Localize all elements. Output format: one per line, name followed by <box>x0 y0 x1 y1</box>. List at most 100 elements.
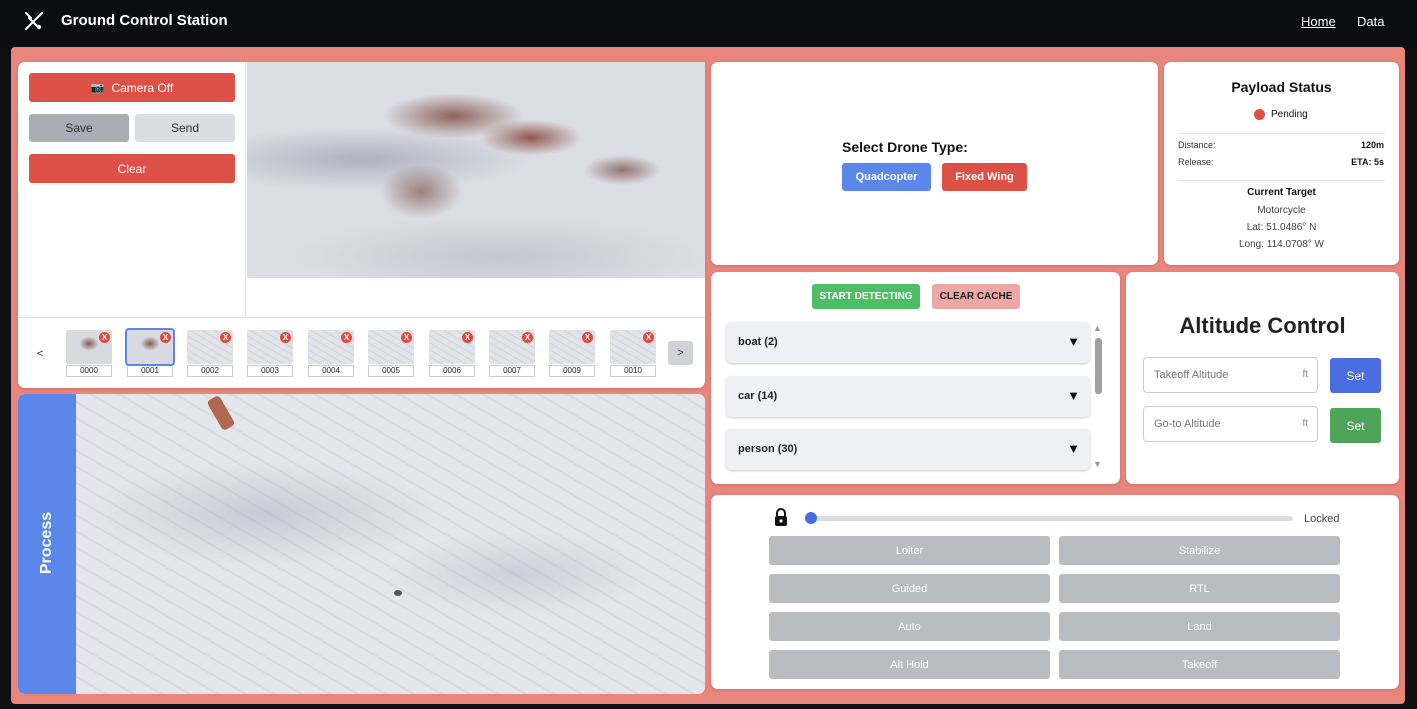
thumbnail-label: 0006 <box>429 365 475 377</box>
scrollbar-thumb[interactable] <box>1095 338 1102 394</box>
thumbnail-label: 0000 <box>66 365 112 377</box>
thumbnail[interactable]: X 0003 <box>247 330 293 377</box>
thumbnail-label: 0010 <box>610 365 656 377</box>
thumbnail-image[interactable]: X <box>125 328 175 366</box>
thumbnail[interactable]: X 0006 <box>429 330 475 377</box>
mode-button-stabilize[interactable]: Stabilize <box>1059 536 1340 565</box>
thumbnail-image[interactable]: X <box>66 330 112 364</box>
clear-cache-button[interactable]: CLEAR CACHE <box>932 284 1020 309</box>
delete-thumbnail-icon[interactable]: X <box>582 332 593 343</box>
thumbnail[interactable]: X 0002 <box>187 330 233 377</box>
mode-button-rtl[interactable]: RTL <box>1059 574 1340 603</box>
thumbnail[interactable]: X 0001 <box>125 328 175 377</box>
start-detecting-button[interactable]: START DETECTING <box>812 284 920 309</box>
process-tab[interactable]: Process <box>18 394 76 694</box>
goto-altitude-field[interactable]: ft <box>1143 406 1318 442</box>
mode-button-alt-hold[interactable]: Alt Hold <box>769 650 1050 679</box>
thumbnail-image[interactable]: X <box>489 330 535 364</box>
thumbnail-image[interactable]: X <box>247 330 293 364</box>
delete-thumbnail-icon[interactable]: X <box>160 332 171 343</box>
mode-button-auto[interactable]: Auto <box>769 612 1050 641</box>
camera-icon: 📷 <box>90 82 105 94</box>
target-lat: Lat: 51.0486° N <box>1246 222 1317 233</box>
thumbnail-image[interactable]: X <box>610 330 656 364</box>
distance-value: 120m <box>1360 140 1384 150</box>
status-text: Pending <box>1271 109 1308 120</box>
thumbnail-label: 0009 <box>549 365 595 377</box>
delete-thumbnail-icon[interactable]: X <box>462 332 473 343</box>
process-label: Process <box>38 511 55 575</box>
app-title: Ground Control Station <box>61 12 228 29</box>
thumbnail[interactable]: X 0000 <box>66 330 112 377</box>
delete-thumbnail-icon[interactable]: X <box>220 332 231 343</box>
set-takeoff-button[interactable]: Set <box>1330 358 1381 393</box>
scroll-up-icon[interactable]: ▲ <box>1093 323 1102 333</box>
mode-button-takeoff[interactable]: Takeoff <box>1059 650 1340 679</box>
thumbnail-image[interactable]: X <box>308 330 354 364</box>
delete-thumbnail-icon[interactable]: X <box>341 332 352 343</box>
thumbnail-prev-button[interactable]: < <box>37 348 43 360</box>
thumbnail-image[interactable]: X <box>549 330 595 364</box>
delete-thumbnail-icon[interactable]: X <box>99 332 110 343</box>
thumbnail-label: 0007 <box>489 365 535 377</box>
takeoff-altitude-input[interactable] <box>1144 358 1294 392</box>
slider-thumb[interactable] <box>805 512 817 524</box>
thumbnail-label: 0005 <box>368 365 414 377</box>
expand-arrow-icon[interactable]: ▼ <box>1067 334 1080 349</box>
clear-button[interactable]: Clear <box>29 154 235 183</box>
detection-group[interactable]: person (30) ▼ <box>726 429 1090 470</box>
snowboard-object <box>206 394 236 432</box>
fixed-wing-button[interactable]: Fixed Wing <box>942 163 1027 191</box>
set-goto-button[interactable]: Set <box>1330 408 1381 443</box>
small-object <box>394 590 402 596</box>
process-image <box>76 394 705 694</box>
nav-link-data[interactable]: Data <box>1357 14 1384 29</box>
thumbnail-label: 0001 <box>127 365 173 377</box>
release-value: ETA: 5s <box>1351 157 1384 167</box>
unit-label: ft <box>1302 418 1308 429</box>
thumbnail-image[interactable]: X <box>368 330 414 364</box>
thumbnail[interactable]: X 0009 <box>549 330 595 377</box>
delete-thumbnail-icon[interactable]: X <box>401 332 412 343</box>
nav-link-home[interactable]: Home <box>1301 14 1336 29</box>
detection-group[interactable]: car (14) ▼ <box>726 376 1090 417</box>
delete-thumbnail-icon[interactable]: X <box>522 332 533 343</box>
divider <box>1178 180 1385 181</box>
save-button[interactable]: Save <box>29 114 129 142</box>
mode-button-loiter[interactable]: Loiter <box>769 536 1050 565</box>
camera-toggle-button[interactable]: 📷 Camera Off <box>29 73 235 102</box>
drone-type-title: Select Drone Type: <box>842 139 968 155</box>
goto-altitude-input[interactable] <box>1144 407 1294 441</box>
thumbnail[interactable]: X 0004 <box>308 330 354 377</box>
thumbnail-image[interactable]: X <box>187 330 233 364</box>
thumbnail-label: 0002 <box>187 365 233 377</box>
send-button[interactable]: Send <box>135 114 235 142</box>
thumbnail-next-button[interactable]: > <box>668 341 693 365</box>
thumbnail-label: 0003 <box>247 365 293 377</box>
thumbnail[interactable]: X 0010 <box>610 330 656 377</box>
mode-button-guided[interactable]: Guided <box>769 574 1050 603</box>
mode-button-land[interactable]: Land <box>1059 612 1340 641</box>
process-panel: Process <box>18 394 705 694</box>
expand-arrow-icon[interactable]: ▼ <box>1067 441 1080 456</box>
scroll-down-icon[interactable]: ▼ <box>1093 459 1102 469</box>
delete-thumbnail-icon[interactable]: X <box>280 332 291 343</box>
drone-type-panel <box>711 62 1158 265</box>
expand-arrow-icon[interactable]: ▼ <box>1067 388 1080 403</box>
quadcopter-button[interactable]: Quadcopter <box>842 163 931 191</box>
payload-title: Payload Status <box>1231 79 1332 95</box>
thumbnail-strip-divider <box>18 317 705 318</box>
top-navbar: Ground Control Station Home Data <box>0 0 1417 45</box>
arming-slider[interactable] <box>805 512 1293 524</box>
target-name: Motorcycle <box>1257 205 1306 216</box>
divider <box>1178 133 1385 134</box>
detection-group[interactable]: boat (2) ▼ <box>726 322 1090 363</box>
status-indicator <box>1254 109 1265 120</box>
delete-thumbnail-icon[interactable]: X <box>643 332 654 343</box>
lock-status-text: Locked <box>1304 513 1340 525</box>
thumbnail-image[interactable]: X <box>429 330 475 364</box>
detection-label: car (14) <box>738 390 778 402</box>
takeoff-altitude-field[interactable]: ft <box>1143 357 1318 393</box>
thumbnail[interactable]: X 0005 <box>368 330 414 377</box>
thumbnail[interactable]: X 0007 <box>489 330 535 377</box>
